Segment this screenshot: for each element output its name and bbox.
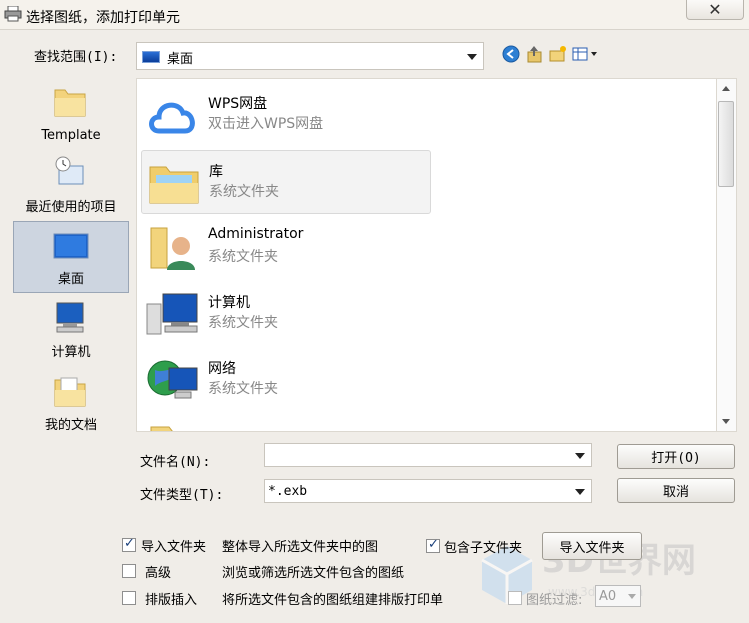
advanced-desc: 浏览或筛选所选文件包含的图纸 (222, 566, 405, 581)
close-button[interactable]: ✕ (686, 0, 744, 20)
computer-icon (56, 302, 84, 333)
item-name: 网络 (208, 361, 236, 377)
filetype-value: *.exb (268, 484, 308, 499)
import-folder-checkbox[interactable] (122, 536, 136, 552)
network-globe-icon (147, 360, 198, 399)
filetype-select[interactable]: *.exb (264, 479, 592, 503)
desktop-icon (142, 51, 160, 63)
item-name: Administrator (208, 226, 304, 242)
desktop-icon (53, 233, 89, 259)
list-item-administrator[interactable]: Administrator 系统文件夹 (141, 216, 431, 280)
scroll-up-icon[interactable] (722, 86, 730, 91)
advanced-checkbox[interactable] (122, 564, 136, 578)
place-documents[interactable]: 我的文档 (13, 366, 129, 438)
item-type: 双击进入WPS网盘 (208, 116, 324, 132)
folder-icon (54, 89, 86, 117)
documents-folder-icon (54, 377, 86, 407)
lookin-dropdown[interactable]: 桌面 (136, 42, 484, 70)
place-template[interactable]: Template (13, 76, 129, 148)
layout-insert-checkbox[interactable] (122, 591, 136, 605)
item-type: 系统文件夹 (208, 249, 278, 265)
place-label: 桌面 (57, 272, 84, 287)
list-item-network[interactable]: 网络 系统文件夹 (141, 348, 431, 412)
include-subfolders-label: 包含子文件夹 (444, 541, 523, 556)
item-name: WPS网盘 (208, 96, 268, 112)
paper-filter-label: 图纸过滤: (526, 593, 583, 608)
up-folder-icon[interactable] (525, 45, 543, 63)
item-type: 系统文件夹 (208, 315, 278, 331)
list-item-partial[interactable] (141, 413, 431, 431)
item-name: 库 (209, 164, 223, 180)
view-menu-icon[interactable] (572, 45, 600, 63)
paper-filter-checkbox[interactable] (508, 591, 522, 605)
layout-insert-desc: 将所选文件包含的图纸组建排版打印单 (222, 593, 444, 608)
open-button[interactable]: 打开(O) (617, 444, 735, 469)
list-item-library[interactable]: 库 系统文件夹 (141, 150, 431, 214)
user-folder-icon (150, 227, 195, 270)
lookin-value: 桌面 (167, 52, 194, 67)
place-label: 计算机 (51, 345, 91, 360)
place-desktop[interactable]: 桌面 (13, 221, 129, 293)
places-bar: Template 最近使用的项目 桌面 计算机 我的文档 (13, 76, 129, 433)
place-label: Template (41, 128, 101, 143)
vertical-scrollbar[interactable] (717, 78, 737, 432)
printer-icon (4, 6, 22, 22)
include-subfolders-checkbox[interactable] (426, 537, 440, 553)
list-item-computer[interactable]: 计算机 系统文件夹 (141, 282, 431, 346)
item-type: 系统文件夹 (209, 184, 279, 200)
filename-input[interactable] (264, 443, 592, 467)
item-type: 系统文件夹 (208, 381, 278, 397)
import-folder-button[interactable]: 导入文件夹 (542, 532, 642, 560)
filetype-label: 文件类型(T): (140, 488, 224, 503)
recent-items-icon (55, 156, 84, 185)
library-folder-icon (149, 166, 199, 204)
window-title: 选择图纸，添加打印单元 (26, 10, 180, 26)
place-label: 我的文档 (44, 418, 97, 433)
scroll-down-icon[interactable] (722, 419, 730, 424)
advanced-label: 高级 (145, 566, 172, 581)
cloud-icon (149, 102, 195, 134)
item-name: 计算机 (208, 295, 250, 311)
place-label: 最近使用的项目 (25, 200, 117, 215)
lookin-label: 查找范围(I): (34, 50, 118, 65)
computer-icon (146, 293, 198, 335)
place-computer[interactable]: 计算机 (13, 293, 129, 365)
list-item-wps-drive[interactable]: WPS网盘 双击进入WPS网盘 (141, 83, 431, 147)
filename-label: 文件名(N): (140, 455, 211, 470)
file-list[interactable]: WPS网盘 双击进入WPS网盘 库 系统文件夹 Administrator 系统… (136, 78, 717, 432)
chevron-down-icon (575, 489, 585, 495)
scroll-thumb[interactable] (718, 101, 734, 187)
paper-filter-value: A0 (599, 589, 617, 604)
import-folder-label: 导入文件夹 (141, 540, 207, 555)
close-icon: ✕ (708, 0, 722, 19)
layout-insert-label: 排版插入 (145, 593, 198, 608)
chevron-down-icon[interactable] (575, 453, 585, 459)
chevron-down-icon (467, 54, 477, 60)
cancel-button[interactable]: 取消 (617, 478, 735, 503)
back-icon[interactable] (502, 45, 520, 63)
import-folder-desc: 整体导入所选文件夹中的图 (222, 540, 379, 555)
place-recent[interactable]: 最近使用的项目 (13, 148, 129, 220)
folder-icon (150, 426, 173, 431)
chevron-down-icon (628, 594, 636, 599)
new-folder-icon[interactable] (549, 45, 567, 63)
paper-filter-select[interactable]: A0 (595, 585, 641, 607)
